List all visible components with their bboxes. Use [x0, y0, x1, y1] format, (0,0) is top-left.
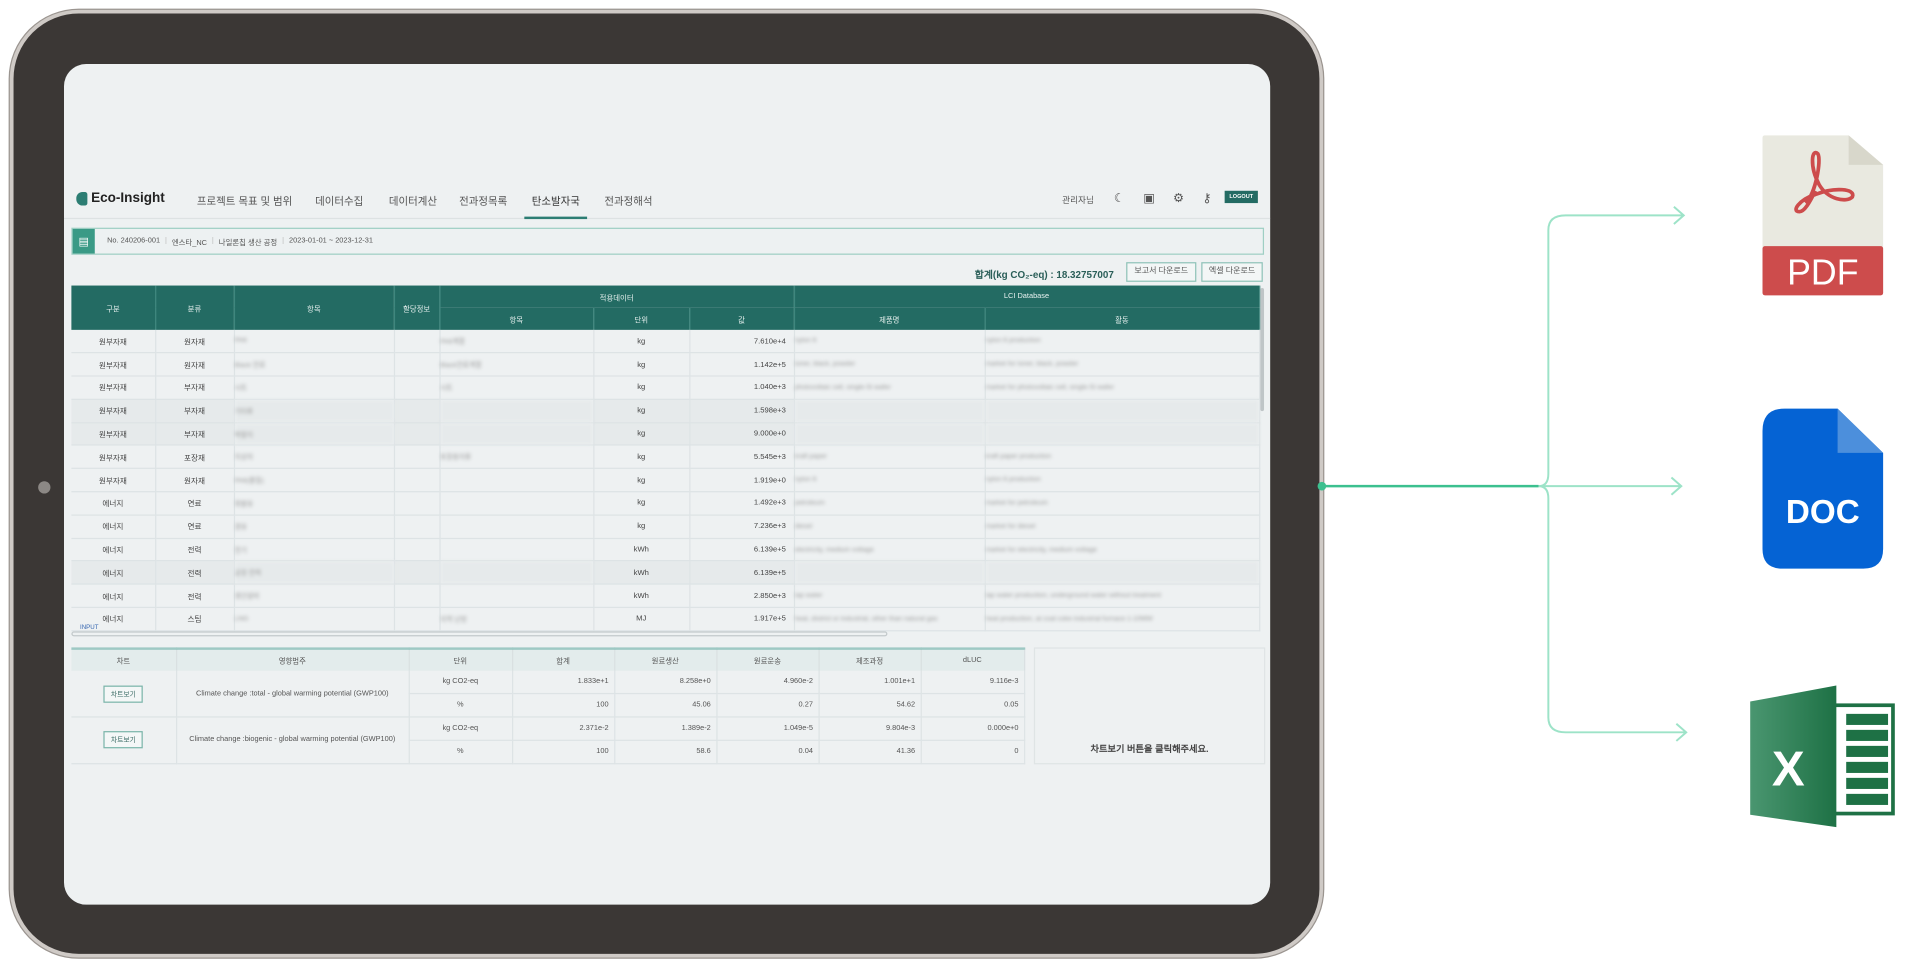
arrow-to-excel [1538, 485, 1688, 742]
pdf-label: PDF [1787, 252, 1858, 292]
arrow-to-pdf [1538, 206, 1686, 488]
excel-label: X [1772, 741, 1805, 796]
export-arrows: PDF DOC X [1317, 135, 1895, 828]
doc-file-icon[interactable]: DOC [1762, 408, 1884, 569]
excel-file-icon[interactable]: X [1750, 685, 1895, 828]
stage: Eco-Insight 프로젝트 목표 및 범위 데이터수집 데이터계산 전과정… [0, 0, 1920, 967]
arrow-to-doc [1538, 476, 1683, 496]
pdf-file-icon[interactable]: PDF [1762, 135, 1884, 296]
doc-label: DOC [1786, 494, 1860, 531]
